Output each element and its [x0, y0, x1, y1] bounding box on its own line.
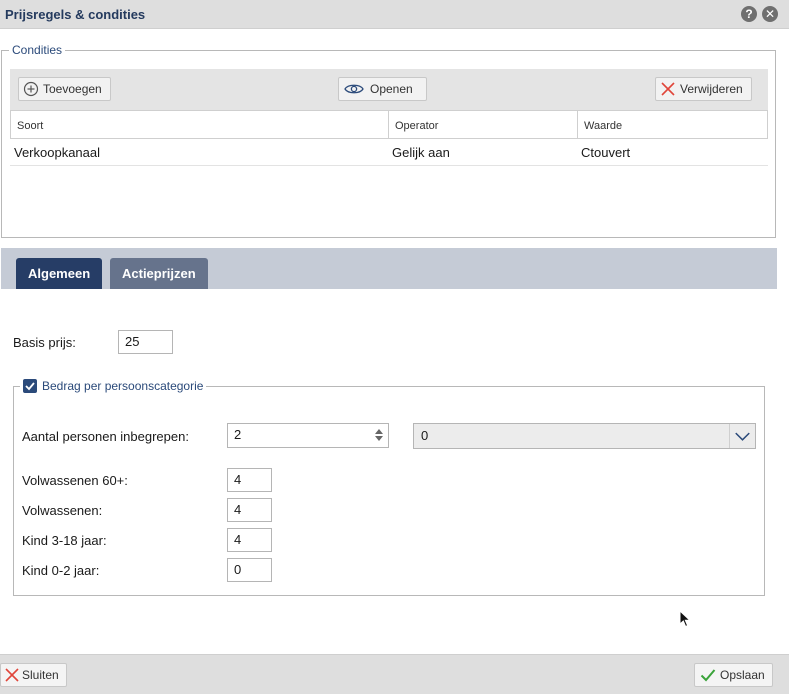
add-button[interactable]: Toevoegen — [18, 77, 111, 101]
select-value: 0 — [421, 428, 429, 443]
category-input-infant[interactable]: 0 — [227, 558, 272, 582]
cell-waarde: Ctouvert — [581, 145, 631, 160]
category-input-adult[interactable]: 4 — [227, 498, 272, 522]
delete-button[interactable]: Verwijderen — [655, 77, 752, 101]
save-button-label: Opslaan — [720, 668, 765, 682]
open-button[interactable]: Openen — [338, 77, 427, 101]
included-persons-stepper[interactable]: 2 — [227, 423, 389, 448]
stepper-arrows-icon[interactable] — [374, 427, 384, 443]
chevron-down-icon — [729, 424, 750, 448]
add-button-label: Toevoegen — [43, 82, 102, 96]
dialog-footer — [0, 654, 789, 694]
close-button[interactable]: Sluiten — [0, 663, 67, 687]
included-persons-select[interactable]: 0 — [413, 423, 756, 449]
base-price-input[interactable]: 25 — [118, 330, 173, 354]
person-category-legend: Bedrag per persoonscategorie — [20, 379, 206, 393]
category-label-adult: Volwassenen: — [22, 503, 103, 518]
save-button[interactable]: Opslaan — [694, 663, 773, 687]
category-label-child: Kind 3-18 jaar: — [22, 533, 107, 548]
person-category-title: Bedrag per persoonscategorie — [42, 379, 204, 393]
column-header-soort[interactable]: Soort — [11, 111, 389, 138]
x-delete-icon — [661, 82, 675, 96]
table-row[interactable]: Verkoopkanaal Gelijk aan Ctouvert — [10, 139, 768, 166]
eye-icon — [344, 84, 364, 94]
category-label-senior: Volwassenen 60+: — [22, 473, 128, 488]
checkbox-icon[interactable] — [23, 379, 37, 393]
included-persons-value: 2 — [234, 427, 242, 442]
checkmark-icon — [700, 669, 716, 682]
tab-actieprijzen[interactable]: Actieprijzen — [110, 258, 208, 289]
x-close-icon — [5, 668, 19, 682]
category-label-infant: Kind 0-2 jaar: — [22, 563, 100, 578]
included-persons-label: Aantal personen inbegrepen: — [22, 429, 189, 444]
add-circle-icon — [23, 81, 39, 97]
dialog-title: Prijsregels & condities — [5, 7, 146, 22]
open-button-label: Openen — [370, 82, 413, 96]
close-icon[interactable]: ✕ — [762, 6, 778, 22]
tab-algemeen[interactable]: Algemeen — [16, 258, 103, 289]
help-icon[interactable]: ? — [741, 6, 757, 22]
delete-button-label: Verwijderen — [680, 82, 743, 96]
base-price-label: Basis prijs: — [13, 335, 76, 350]
mouse-cursor-icon — [679, 610, 691, 628]
cell-soort: Verkoopkanaal — [14, 145, 101, 160]
conditions-grid-header: Soort Operator Waarde — [10, 110, 768, 139]
cell-operator: Gelijk aan — [392, 145, 450, 160]
close-button-label: Sluiten — [22, 668, 59, 682]
category-input-child[interactable]: 4 — [227, 528, 272, 552]
conditions-legend: Condities — [12, 43, 63, 57]
category-input-senior[interactable]: 4 — [227, 468, 272, 492]
column-header-operator[interactable]: Operator — [389, 111, 578, 138]
column-header-waarde[interactable]: Waarde — [578, 111, 767, 138]
title-bar: Prijsregels & condities ? ✕ — [0, 0, 789, 29]
